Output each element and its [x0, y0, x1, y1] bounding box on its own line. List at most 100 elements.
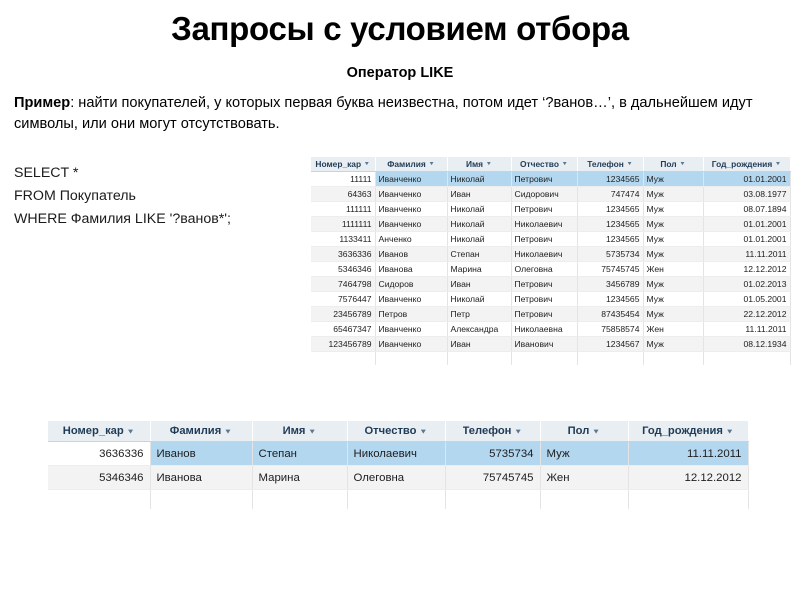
table-cell[interactable]: 12.12.2012	[703, 261, 791, 277]
chevron-down-icon[interactable]: ▼	[428, 161, 434, 166]
table-row[interactable]: 1111111 Иванченко Николай Николаевич 1234565…	[311, 216, 791, 232]
table-cell[interactable]: Муж	[643, 201, 704, 217]
table-cell[interactable]: 3636336	[311, 246, 376, 262]
table-cell[interactable]: Муж	[643, 336, 704, 352]
table-cell[interactable]: 01.01.2001	[703, 216, 791, 232]
table-row[interactable]: 23456789 Петров Петр Петрович 87435454 Муж 22.…	[311, 306, 791, 322]
table-cell[interactable]: 1111111	[311, 216, 376, 232]
table-cell[interactable]: 1234565	[577, 201, 644, 217]
table-cell[interactable]: Иванченко	[375, 201, 448, 217]
table-row[interactable]: 5346346 Иванова Марина Олеговна 75745745 Жен 1…	[48, 465, 749, 490]
table-cell[interactable]: 5735734	[577, 246, 644, 262]
table-cell-empty[interactable]	[445, 489, 541, 509]
table-cell[interactable]: 22.12.2012	[703, 306, 791, 322]
table-row[interactable]: 3636336 Иванов Степан Николаевич 5735734 Муж 1…	[311, 246, 791, 262]
table-cell[interactable]: Петрович	[511, 171, 578, 187]
table-cell-empty[interactable]	[48, 489, 151, 509]
table-cell[interactable]: 111111	[311, 201, 376, 217]
table-cell[interactable]: Муж	[643, 186, 704, 202]
table-cell[interactable]: Муж	[643, 291, 704, 307]
table-cell[interactable]: Жен	[643, 261, 704, 277]
table-cell[interactable]: Иванченко	[375, 291, 448, 307]
table-cell-empty[interactable]	[311, 351, 376, 365]
chevron-down-icon[interactable]: ▼	[223, 428, 232, 435]
table-cell[interactable]: Петр	[447, 306, 512, 322]
column-header-4[interactable]: Отчество ▼	[347, 421, 446, 442]
table-cell[interactable]: Иванченко	[375, 216, 448, 232]
table-cell[interactable]: 75745745	[577, 261, 644, 277]
table-cell-empty[interactable]	[643, 351, 704, 365]
table-row[interactable]: 7576447 Иванченко Николай Петрович 1234565 Му…	[311, 291, 791, 307]
table-cell[interactable]: Иван	[447, 336, 512, 352]
datasheet-table-query-result[interactable]: Номер_кар ▼ Фамилия ▼ Имя ▼ Отчество ▼ Телефон ▼ П…	[48, 421, 749, 509]
column-header-1[interactable]: Номер_кар ▼	[48, 421, 151, 442]
table-cell[interactable]: Муж	[643, 216, 704, 232]
table-cell-empty[interactable]	[347, 489, 446, 509]
table-cell[interactable]: 03.08.1977	[703, 186, 791, 202]
column-header-4[interactable]: Отчество ▼	[511, 157, 578, 172]
chevron-down-icon[interactable]: ▼	[561, 161, 568, 166]
table-cell-empty[interactable]	[375, 351, 448, 365]
table-cell[interactable]: Марина	[447, 261, 512, 277]
chevron-down-icon[interactable]: ▼	[679, 161, 685, 166]
table-cell[interactable]: 1234565	[577, 231, 644, 247]
chevron-down-icon[interactable]: ▼	[307, 428, 316, 435]
table-cell[interactable]: Иванченко	[375, 171, 448, 187]
table-cell[interactable]: Петрович	[511, 306, 578, 322]
table-cell[interactable]: 5346346	[48, 465, 151, 490]
table-cell[interactable]: 11.11.2011	[628, 441, 749, 466]
table-cell[interactable]: 64363	[311, 186, 376, 202]
chevron-down-icon[interactable]: ▼	[485, 161, 492, 166]
table-cell[interactable]: Иванова	[375, 261, 448, 277]
table-cell[interactable]: 01.05.2001	[703, 291, 791, 307]
table-cell[interactable]: 1234565	[577, 171, 644, 187]
table-cell[interactable]: 11.11.2011	[703, 246, 791, 262]
table-cell[interactable]: Иванов	[150, 441, 253, 466]
datasheet-table-pokupatel[interactable]: Номер_кар ▼ Фамилия ▼ Имя ▼ Отчество ▼ Телефон ▼ П…	[311, 157, 791, 365]
column-header-5[interactable]: Телефон ▼	[445, 421, 541, 442]
table-cell[interactable]: 08.12.1934	[703, 336, 791, 352]
table-cell[interactable]: Николай	[447, 201, 512, 217]
table-cell[interactable]: Сидорович	[511, 186, 578, 202]
table-cell[interactable]: Николаевич	[511, 216, 578, 232]
table-cell[interactable]: 5346346	[311, 261, 376, 277]
table-cell[interactable]: Муж	[643, 276, 704, 292]
table-cell[interactable]: Николай	[447, 231, 512, 247]
table-cell[interactable]: Олеговна	[347, 465, 446, 490]
table-cell[interactable]: 11.11.2011	[703, 321, 791, 337]
column-header-6[interactable]: Пол ▼	[540, 421, 629, 442]
table-cell[interactable]: Иванович	[511, 336, 578, 352]
table-cell[interactable]: Иванченко	[375, 321, 448, 337]
table-cell-empty[interactable]	[252, 489, 348, 509]
table-cell[interactable]: 11111	[311, 171, 376, 187]
table-row-empty[interactable]	[311, 351, 791, 365]
table-cell[interactable]: Олеговна	[511, 261, 578, 277]
table-body[interactable]: 3636336 Иванов Степан Николаевич 5735734 Муж 1…	[48, 441, 749, 509]
table-cell[interactable]: Николай	[447, 291, 512, 307]
table-row[interactable]: 64363 Иванченко Иван Сидорович 747474 Муж 03.0…	[311, 186, 791, 202]
table-cell-empty[interactable]	[150, 489, 253, 509]
column-header-2[interactable]: Фамилия ▼	[375, 157, 448, 172]
table-row[interactable]: 7464798 Сидоров Иван Петрович 3456789 Муж 01.0…	[311, 276, 791, 292]
table-row-empty[interactable]	[48, 489, 749, 509]
table-row[interactable]: 3636336 Иванов Степан Николаевич 5735734 Муж 1…	[48, 441, 749, 466]
table-row[interactable]: 11111 Иванченко Николай Петрович 1234565 Муж 0…	[311, 171, 791, 187]
table-row[interactable]: 5346346 Иванова Марина Олеговна 75745745 Жен 1…	[311, 261, 791, 277]
table-row[interactable]: 123456789 Иванченко Иван Иванович 1234567 Муж…	[311, 336, 791, 352]
chevron-down-icon[interactable]: ▼	[626, 161, 632, 166]
table-cell[interactable]: 01.02.2013	[703, 276, 791, 292]
column-header-3[interactable]: Имя ▼	[447, 157, 512, 172]
table-cell[interactable]: 3456789	[577, 276, 644, 292]
chevron-down-icon[interactable]: ▼	[419, 428, 427, 435]
table-cell[interactable]: 01.01.2001	[703, 231, 791, 247]
table-cell[interactable]: Петрович	[511, 291, 578, 307]
column-header-6[interactable]: Пол ▼	[643, 157, 704, 172]
chevron-down-icon[interactable]: ▼	[725, 428, 733, 435]
table-cell[interactable]: 08.07.1894	[703, 201, 791, 217]
table-cell[interactable]: Иванова	[150, 465, 253, 490]
table-cell[interactable]: 747474	[577, 186, 644, 202]
table-cell-empty[interactable]	[703, 351, 791, 365]
table-cell[interactable]: Иванов	[375, 246, 448, 262]
chevron-down-icon[interactable]: ▼	[126, 428, 134, 435]
column-header-2[interactable]: Фамилия ▼	[150, 421, 253, 442]
